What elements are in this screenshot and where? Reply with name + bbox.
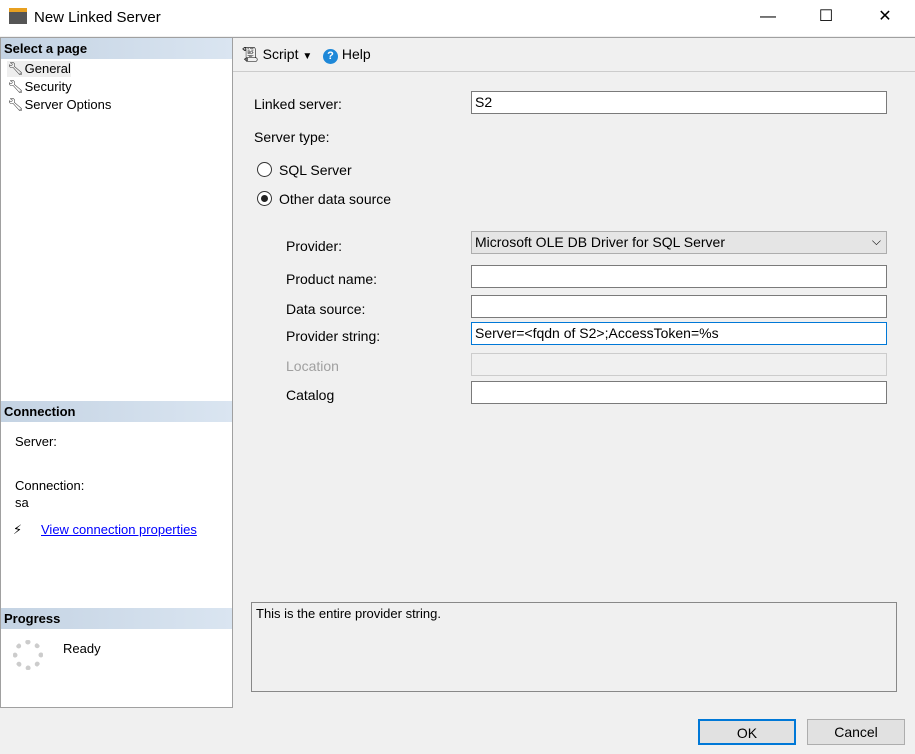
ok-button[interactable]: OK [698,719,796,745]
description-box: This is the entire provider string. [251,602,897,692]
chevron-down-icon: ⌵ [871,234,881,248]
product-name-label: Product name: [286,271,378,287]
connection-label: Connection: [15,478,85,493]
help-button[interactable]: ? Help [323,46,371,64]
view-connection-properties-link[interactable]: View connection properties [41,522,197,537]
progress-header: Progress [1,608,232,629]
progress-spinner-icon [13,640,43,670]
sidebar: Select a page 🔧︎ General 🔧︎ Security 🔧︎ … [0,37,233,708]
data-source-label: Data source: [286,301,366,317]
cancel-button[interactable]: Cancel [807,719,905,745]
location-input [471,353,887,376]
main-panel: 📜︎ Script ▼ ? Help Linked server: S2 Ser… [233,37,915,708]
provider-string-input[interactable]: Server=<fqdn of S2>;AccessToken=%s [471,322,887,345]
sidebar-item-general[interactable]: 🔧︎ General [7,61,71,77]
close-button[interactable]: ✕ [862,0,908,34]
wrench-icon: 🔧︎ [7,79,24,94]
wrench-icon: 🔧︎ [7,61,24,76]
linked-server-label: Linked server: [254,96,342,112]
radio-sql-server[interactable]: SQL Server [257,162,352,178]
connection-value: sa [15,495,29,510]
title-bar: New Linked Server — ☐ ✕ [0,0,915,36]
chevron-down-icon[interactable]: ▼ [302,51,312,62]
provider-label: Provider: [286,238,343,254]
radio-other-data-source[interactable]: Other data source [257,191,391,207]
provider-select[interactable]: Microsoft OLE DB Driver for SQL Server ⌵ [471,231,887,254]
location-label: Location [286,358,339,374]
connection-header: Connection [1,401,232,422]
linked-server-input[interactable]: S2 [471,91,887,114]
window-title: New Linked Server [34,9,161,26]
server-label: Server: [15,434,57,449]
help-icon: ? [323,49,338,64]
plug-icon: ⚡︎ [13,522,23,537]
progress-status: Ready [63,641,101,656]
wrench-icon: 🔧︎ [7,97,24,112]
toolbar: 📜︎ Script ▼ ? Help [233,38,915,72]
product-name-input[interactable] [471,265,887,288]
script-icon: 📜︎ [241,46,259,62]
sidebar-item-server-options[interactable]: 🔧︎ Server Options [7,97,111,113]
maximize-button[interactable]: ☐ [803,0,849,34]
data-source-input[interactable] [471,295,887,318]
server-type-label: Server type: [254,129,330,145]
sidebar-item-security[interactable]: 🔧︎ Security [7,79,72,95]
select-page-header: Select a page [1,38,232,59]
minimize-button[interactable]: — [745,0,791,34]
catalog-input[interactable] [471,381,887,404]
script-button[interactable]: 📜︎ Script ▼ [241,46,312,63]
app-icon [9,8,27,24]
provider-string-label: Provider string: [286,328,381,344]
catalog-label: Catalog [286,387,335,403]
